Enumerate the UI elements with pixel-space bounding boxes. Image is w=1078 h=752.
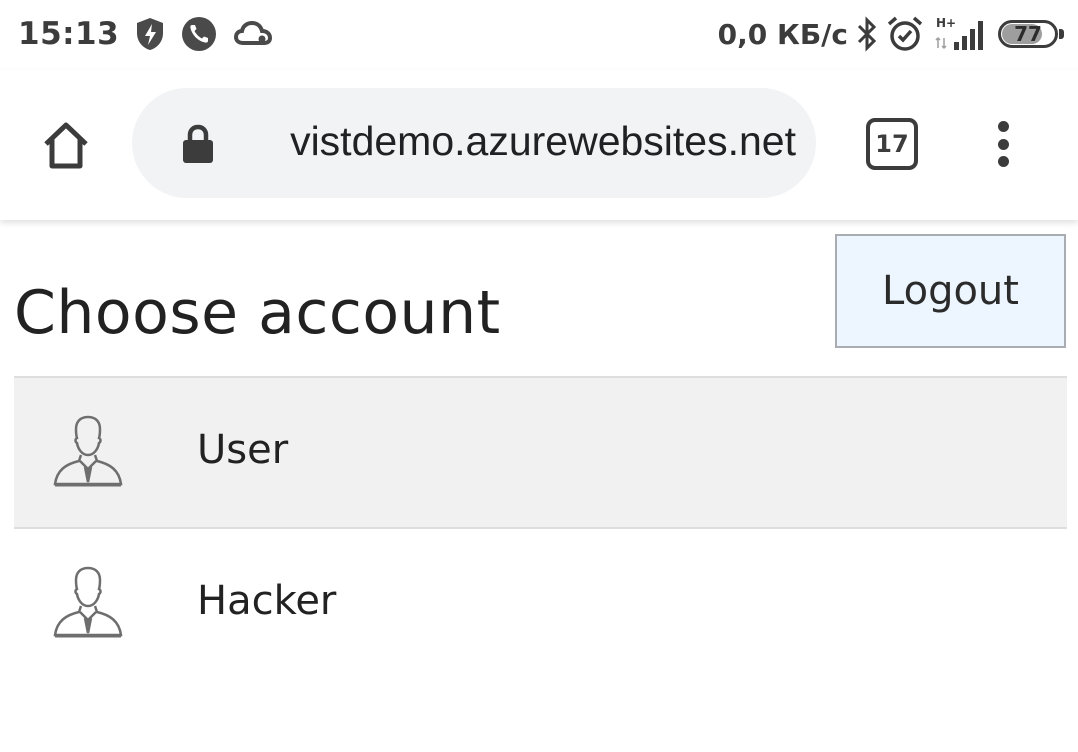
network-speed: 0,0 КБ/с — [717, 17, 848, 51]
home-button[interactable] — [34, 114, 98, 178]
phone-icon — [181, 16, 217, 52]
lock-icon[interactable] — [180, 124, 216, 164]
status-time: 15:13 — [18, 16, 120, 52]
url-text[interactable]: vistdemo.azurewebsites.net — [290, 118, 796, 165]
signal-icon: H+ — [932, 16, 990, 52]
cloud-icon — [233, 19, 273, 49]
menu-dot — [997, 138, 1009, 150]
home-icon — [44, 122, 88, 169]
more-menu-button[interactable] — [986, 118, 1020, 170]
user-avatar-icon — [53, 415, 123, 487]
battery-icon: 77 — [998, 20, 1064, 48]
page-title: Choose account — [14, 278, 501, 348]
logout-button[interactable]: Logout — [835, 234, 1066, 348]
tab-count: 17 — [875, 130, 909, 158]
account-name: User — [197, 427, 289, 473]
status-left: 15:13 — [18, 12, 273, 56]
account-item-hacker[interactable]: Hacker — [14, 527, 1067, 678]
account-list: User Hacker — [14, 376, 1067, 678]
battery-tip — [1059, 29, 1064, 39]
account-name: Hacker — [197, 578, 337, 624]
shield-bolt-icon — [135, 17, 165, 51]
user-avatar-icon — [53, 566, 123, 638]
menu-dot — [997, 121, 1009, 132]
account-item-user[interactable]: User — [14, 376, 1067, 527]
browser-toolbar: vistdemo.azurewebsites.net 17 — [0, 70, 1078, 220]
page-content: Choose account Logout User Hacker — [0, 220, 1078, 752]
alarm-icon — [886, 15, 924, 53]
bluetooth-icon — [856, 16, 878, 52]
address-bar[interactable]: vistdemo.azurewebsites.net — [132, 88, 816, 198]
network-type-label: H+ — [936, 16, 956, 30]
tab-switcher-button[interactable]: 17 — [866, 118, 918, 170]
battery-level: 77 — [1014, 22, 1042, 46]
url-clip: vistdemo.azurewebsites.net — [244, 88, 804, 198]
menu-dot — [997, 156, 1009, 167]
status-bar: 15:13 0,0 КБ/с H+ 77 — [0, 0, 1078, 70]
status-right: 0,0 КБ/с H+ 77 — [718, 12, 1064, 56]
